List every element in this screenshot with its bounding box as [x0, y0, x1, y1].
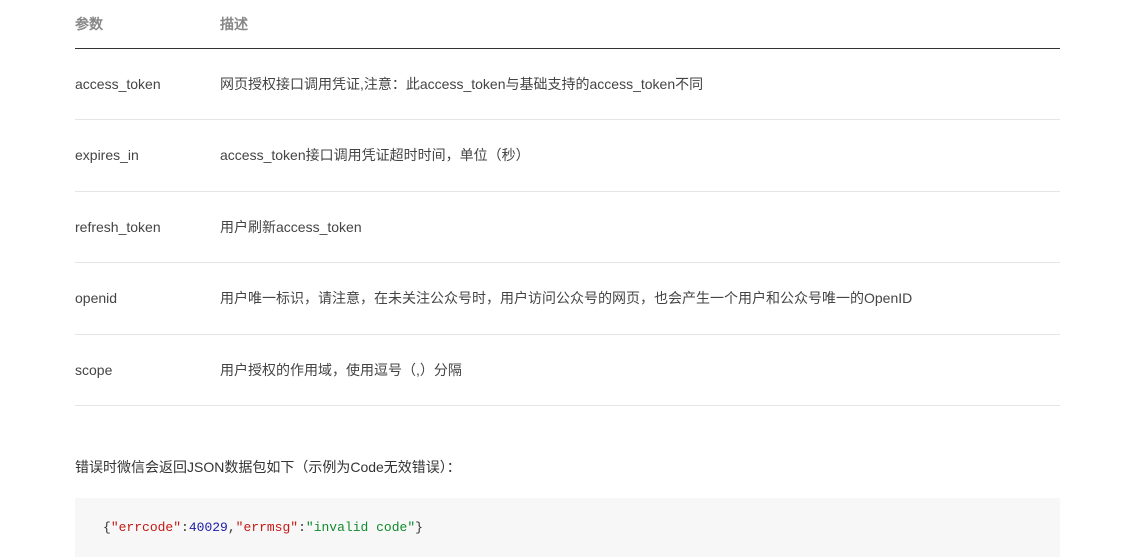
- cell-param: scope: [75, 334, 220, 405]
- code-token: :: [298, 520, 306, 535]
- cell-desc: 网页授权接口调用凭证,注意：此access_token与基础支持的access_…: [220, 49, 1060, 120]
- cell-desc: 用户刷新access_token: [220, 191, 1060, 262]
- code-token: }: [415, 520, 423, 535]
- code-token: "errmsg": [236, 520, 298, 535]
- table-header-row: 参数 描述: [75, 0, 1060, 49]
- code-block: {"errcode":40029,"errmsg":"invalid code"…: [75, 498, 1060, 557]
- cell-param: expires_in: [75, 120, 220, 191]
- cell-param: refresh_token: [75, 191, 220, 262]
- code-token: {: [103, 520, 111, 535]
- cell-param: access_token: [75, 49, 220, 120]
- table-row: openid 用户唯一标识，请注意，在未关注公众号时，用户访问公众号的网页，也会…: [75, 263, 1060, 334]
- code-token: :: [181, 520, 189, 535]
- cell-param: openid: [75, 263, 220, 334]
- header-param: 参数: [75, 0, 220, 49]
- code-token: "errcode": [111, 520, 181, 535]
- code-token: "invalid code": [306, 520, 415, 535]
- table-row: refresh_token 用户刷新access_token: [75, 191, 1060, 262]
- cell-desc: 用户授权的作用域，使用逗号（,）分隔: [220, 334, 1060, 405]
- cell-desc: access_token接口调用凭证超时时间，单位（秒）: [220, 120, 1060, 191]
- parameter-table: 参数 描述 access_token 网页授权接口调用凭证,注意：此access…: [75, 0, 1060, 406]
- document-content: 参数 描述 access_token 网页授权接口调用凭证,注意：此access…: [0, 0, 1135, 557]
- table-row: expires_in access_token接口调用凭证超时时间，单位（秒）: [75, 120, 1060, 191]
- table-row: scope 用户授权的作用域，使用逗号（,）分隔: [75, 334, 1060, 405]
- code-token: 40029: [189, 520, 228, 535]
- header-desc: 描述: [220, 0, 1060, 49]
- cell-desc: 用户唯一标识，请注意，在未关注公众号时，用户访问公众号的网页，也会产生一个用户和…: [220, 263, 1060, 334]
- code-token: ,: [228, 520, 236, 535]
- error-note: 错误时微信会返回JSON数据包如下（示例为Code无效错误）：: [75, 456, 1060, 478]
- table-row: access_token 网页授权接口调用凭证,注意：此access_token…: [75, 49, 1060, 120]
